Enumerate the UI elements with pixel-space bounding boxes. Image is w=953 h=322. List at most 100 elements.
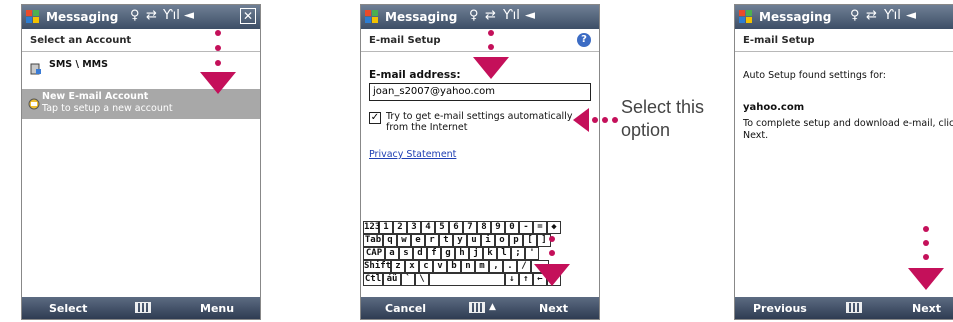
page-header: E-mail Setup xyxy=(735,29,953,52)
windows-logo-icon[interactable] xyxy=(25,9,41,25)
soft-key-bar: Previous Next xyxy=(735,297,953,319)
input-menu-arrow-icon[interactable]: ▲ xyxy=(489,302,496,312)
title-bar: Messaging ♀ ⇄ Ƴıl ◄ xyxy=(361,5,599,29)
screen-select-account: Messaging Ƴıl ◄ ⇄ ♀ ✕ Select an Account … xyxy=(21,4,261,320)
accent-key[interactable]: áü xyxy=(383,273,401,286)
key[interactable]: s xyxy=(399,247,413,260)
key[interactable]: g xyxy=(441,247,455,260)
key[interactable]: , xyxy=(489,260,503,273)
auto-setup-found-text: Auto Setup found settings for: xyxy=(743,70,886,81)
key[interactable]: 2 xyxy=(393,221,407,234)
key[interactable]: a xyxy=(385,247,399,260)
close-icon[interactable]: ✕ xyxy=(240,8,256,24)
help-icon[interactable]: ? xyxy=(577,33,591,47)
keyboard-icon[interactable] xyxy=(135,302,151,313)
email-field[interactable]: joan_s2007@yahoo.com xyxy=(369,83,591,101)
key[interactable]: i xyxy=(481,234,495,247)
caps-key[interactable]: CAP xyxy=(363,247,385,260)
page-header: Select an Account xyxy=(22,29,260,52)
keyboard-icon[interactable] xyxy=(469,302,485,313)
connection-icon[interactable]: ⇄ xyxy=(866,8,877,23)
app-title: Messaging xyxy=(46,10,119,24)
key[interactable]: o xyxy=(495,234,509,247)
key[interactable]: q xyxy=(383,234,397,247)
key[interactable]: ' xyxy=(525,247,539,260)
speaker-icon[interactable]: ◄ xyxy=(906,8,916,23)
shift-key[interactable]: Shift xyxy=(363,260,391,273)
auto-settings-checkbox[interactable]: ✓ xyxy=(369,112,381,124)
annotation-arrow-down xyxy=(908,268,944,290)
privacy-statement-link[interactable]: Privacy Statement xyxy=(369,149,456,160)
signal-icon: Ƴıl xyxy=(503,8,520,23)
next-button[interactable]: Next xyxy=(912,302,941,315)
key[interactable]: = xyxy=(533,221,547,234)
previous-button[interactable]: Previous xyxy=(753,302,807,315)
annotation-dot xyxy=(215,60,221,66)
key[interactable]: r xyxy=(425,234,439,247)
key[interactable]: 7 xyxy=(463,221,477,234)
key[interactable]: 9 xyxy=(491,221,505,234)
key[interactable]: d xyxy=(413,247,427,260)
connection-icon[interactable]: ⇄ xyxy=(485,8,496,23)
cancel-button[interactable]: Cancel xyxy=(385,302,426,315)
key[interactable]: e xyxy=(411,234,425,247)
key[interactable]: 3 xyxy=(407,221,421,234)
key[interactable]: ; xyxy=(511,247,525,260)
key[interactable]: v xyxy=(433,260,447,273)
annotation-dot xyxy=(612,117,618,123)
app-title: Messaging xyxy=(759,10,832,24)
keyboard-icon[interactable] xyxy=(846,302,862,313)
key[interactable]: 1 xyxy=(379,221,393,234)
speaker-icon[interactable]: ◄ xyxy=(184,8,194,23)
key[interactable]: b xyxy=(447,260,461,273)
ctl-key[interactable]: Ctl xyxy=(363,273,383,286)
key[interactable]: p xyxy=(509,234,523,247)
connection-icon[interactable]: ⇄ xyxy=(146,8,157,23)
key[interactable]: x xyxy=(405,260,419,273)
space-key[interactable] xyxy=(429,273,505,286)
key[interactable]: u xyxy=(467,234,481,247)
key[interactable]: [ xyxy=(523,234,537,247)
key[interactable]: 0 xyxy=(505,221,519,234)
key[interactable]: 6 xyxy=(449,221,463,234)
key[interactable]: \ xyxy=(415,273,429,286)
arrow-up-key[interactable]: ↑ xyxy=(519,273,533,286)
key[interactable]: h xyxy=(455,247,469,260)
key[interactable]: 8 xyxy=(477,221,491,234)
annotation-dot xyxy=(923,226,929,232)
key[interactable]: z xyxy=(391,260,405,273)
key[interactable]: t xyxy=(439,234,453,247)
key[interactable]: c xyxy=(419,260,433,273)
page-header: E-mail Setup? xyxy=(361,29,599,52)
key[interactable]: 5 xyxy=(435,221,449,234)
speaker-icon[interactable]: ◄ xyxy=(525,8,535,23)
windows-logo-icon[interactable] xyxy=(738,9,754,25)
key[interactable]: ` xyxy=(401,273,415,286)
menu-button[interactable]: Menu xyxy=(200,302,234,315)
key[interactable]: n xyxy=(461,260,475,273)
key[interactable]: 4 xyxy=(421,221,435,234)
key[interactable]: k xyxy=(483,247,497,260)
key[interactable]: - xyxy=(519,221,533,234)
next-button[interactable]: Next xyxy=(539,302,568,315)
signal-icon: Ƴıl xyxy=(163,8,180,23)
select-button[interactable]: Select xyxy=(49,302,87,315)
annotation-dot xyxy=(602,117,608,123)
backspace-key[interactable]: ◆ xyxy=(547,221,561,234)
instruction-text-line2: Next. xyxy=(743,130,769,141)
key[interactable]: / xyxy=(517,260,531,273)
key[interactable]: Tab xyxy=(363,234,383,247)
key[interactable]: 123 xyxy=(363,221,380,234)
key[interactable]: l xyxy=(497,247,511,260)
key[interactable]: . xyxy=(503,260,517,273)
key[interactable]: f xyxy=(427,247,441,260)
key[interactable]: w xyxy=(397,234,411,247)
annotation-dot xyxy=(215,45,221,51)
windows-logo-icon[interactable] xyxy=(364,9,380,25)
annotation-dot xyxy=(592,117,598,123)
arrow-down-key[interactable]: ↓ xyxy=(505,273,519,286)
email-account-icon xyxy=(28,98,40,110)
key[interactable]: m xyxy=(475,260,489,273)
key[interactable]: y xyxy=(453,234,467,247)
key[interactable]: j xyxy=(469,247,483,260)
